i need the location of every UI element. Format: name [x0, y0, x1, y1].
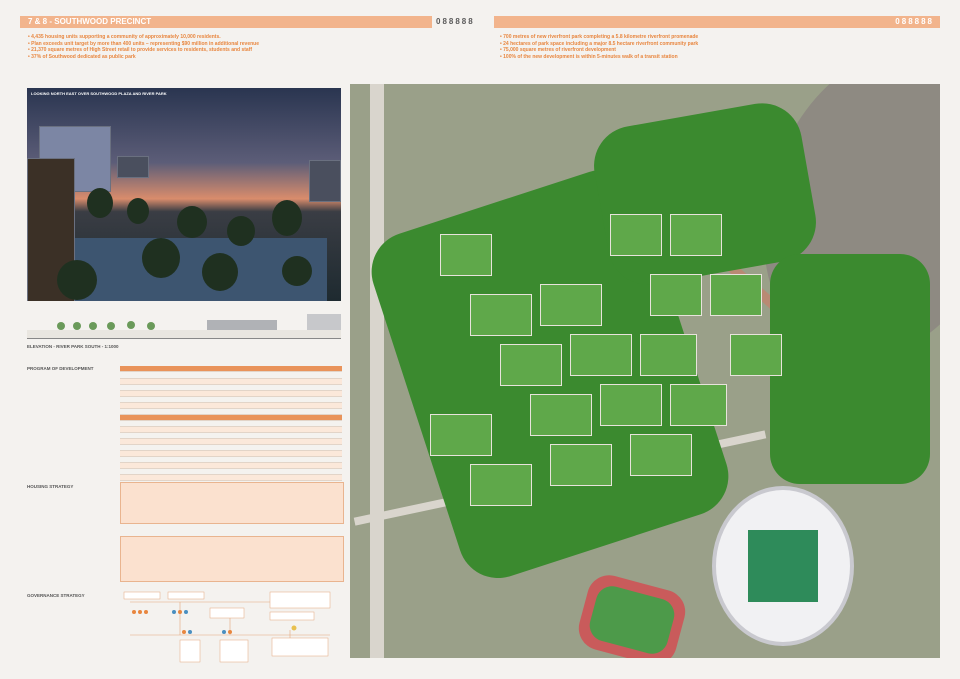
photo-caption: LOOKING NORTH EAST OVER SOUTHWOOD PLAZA …: [31, 91, 167, 96]
fact-item: 4,435 housing units supporting a communi…: [28, 34, 468, 41]
distant-building: [117, 156, 149, 178]
housing-heading: HOUSING STRATEGY: [27, 484, 74, 489]
housing-table-a: [120, 482, 344, 524]
park: [770, 254, 930, 484]
stadium: [712, 486, 854, 646]
running-track: [573, 570, 691, 658]
fact-item: 700 metres of new riverfront park comple…: [500, 34, 940, 41]
page-code-right: 088888: [895, 17, 934, 26]
elevation-drawing: [27, 314, 341, 339]
fact-item: 75,000 square metres of riverfront devel…: [500, 47, 940, 54]
header-bar-right: 088888: [494, 16, 940, 28]
fact-item: 37% of Southwood dedicated as public par…: [28, 54, 468, 61]
road: [370, 84, 384, 658]
site-plan-map: [350, 84, 940, 658]
fact-item: Plan exceeds unit target by more than 40…: [28, 41, 468, 48]
page-code-left: 088888: [432, 16, 479, 28]
governance-heading: GOVERNANCE STRATEGY: [27, 593, 85, 598]
program-heading: PROGRAM OF DEVELOPMENT: [27, 366, 94, 371]
page-title: 7 & 8 - SOUTHWOOD PRECINCT: [28, 17, 152, 26]
fact-item: 24 hectares of park space including a ma…: [500, 41, 940, 48]
key-facts-left: 4,435 housing units supporting a communi…: [28, 34, 468, 60]
governance-diagram: [120, 590, 342, 670]
distant-building: [309, 160, 341, 202]
header-bar-left: 7 & 8 - SOUTHWOOD PRECINCT 088888: [20, 16, 479, 28]
elevation-label: ELEVATION - RIVER PARK SOUTH - 1:1000: [27, 344, 119, 349]
fact-item: 21,370 square metres of High Street reta…: [28, 47, 468, 54]
plaza-render-image: LOOKING NORTH EAST OVER SOUTHWOOD PLAZA …: [27, 88, 341, 301]
fact-item: 100% of the new development is within 5-…: [500, 54, 940, 61]
key-facts-right: 700 metres of new riverfront park comple…: [500, 34, 940, 60]
housing-table-b: [120, 536, 344, 582]
